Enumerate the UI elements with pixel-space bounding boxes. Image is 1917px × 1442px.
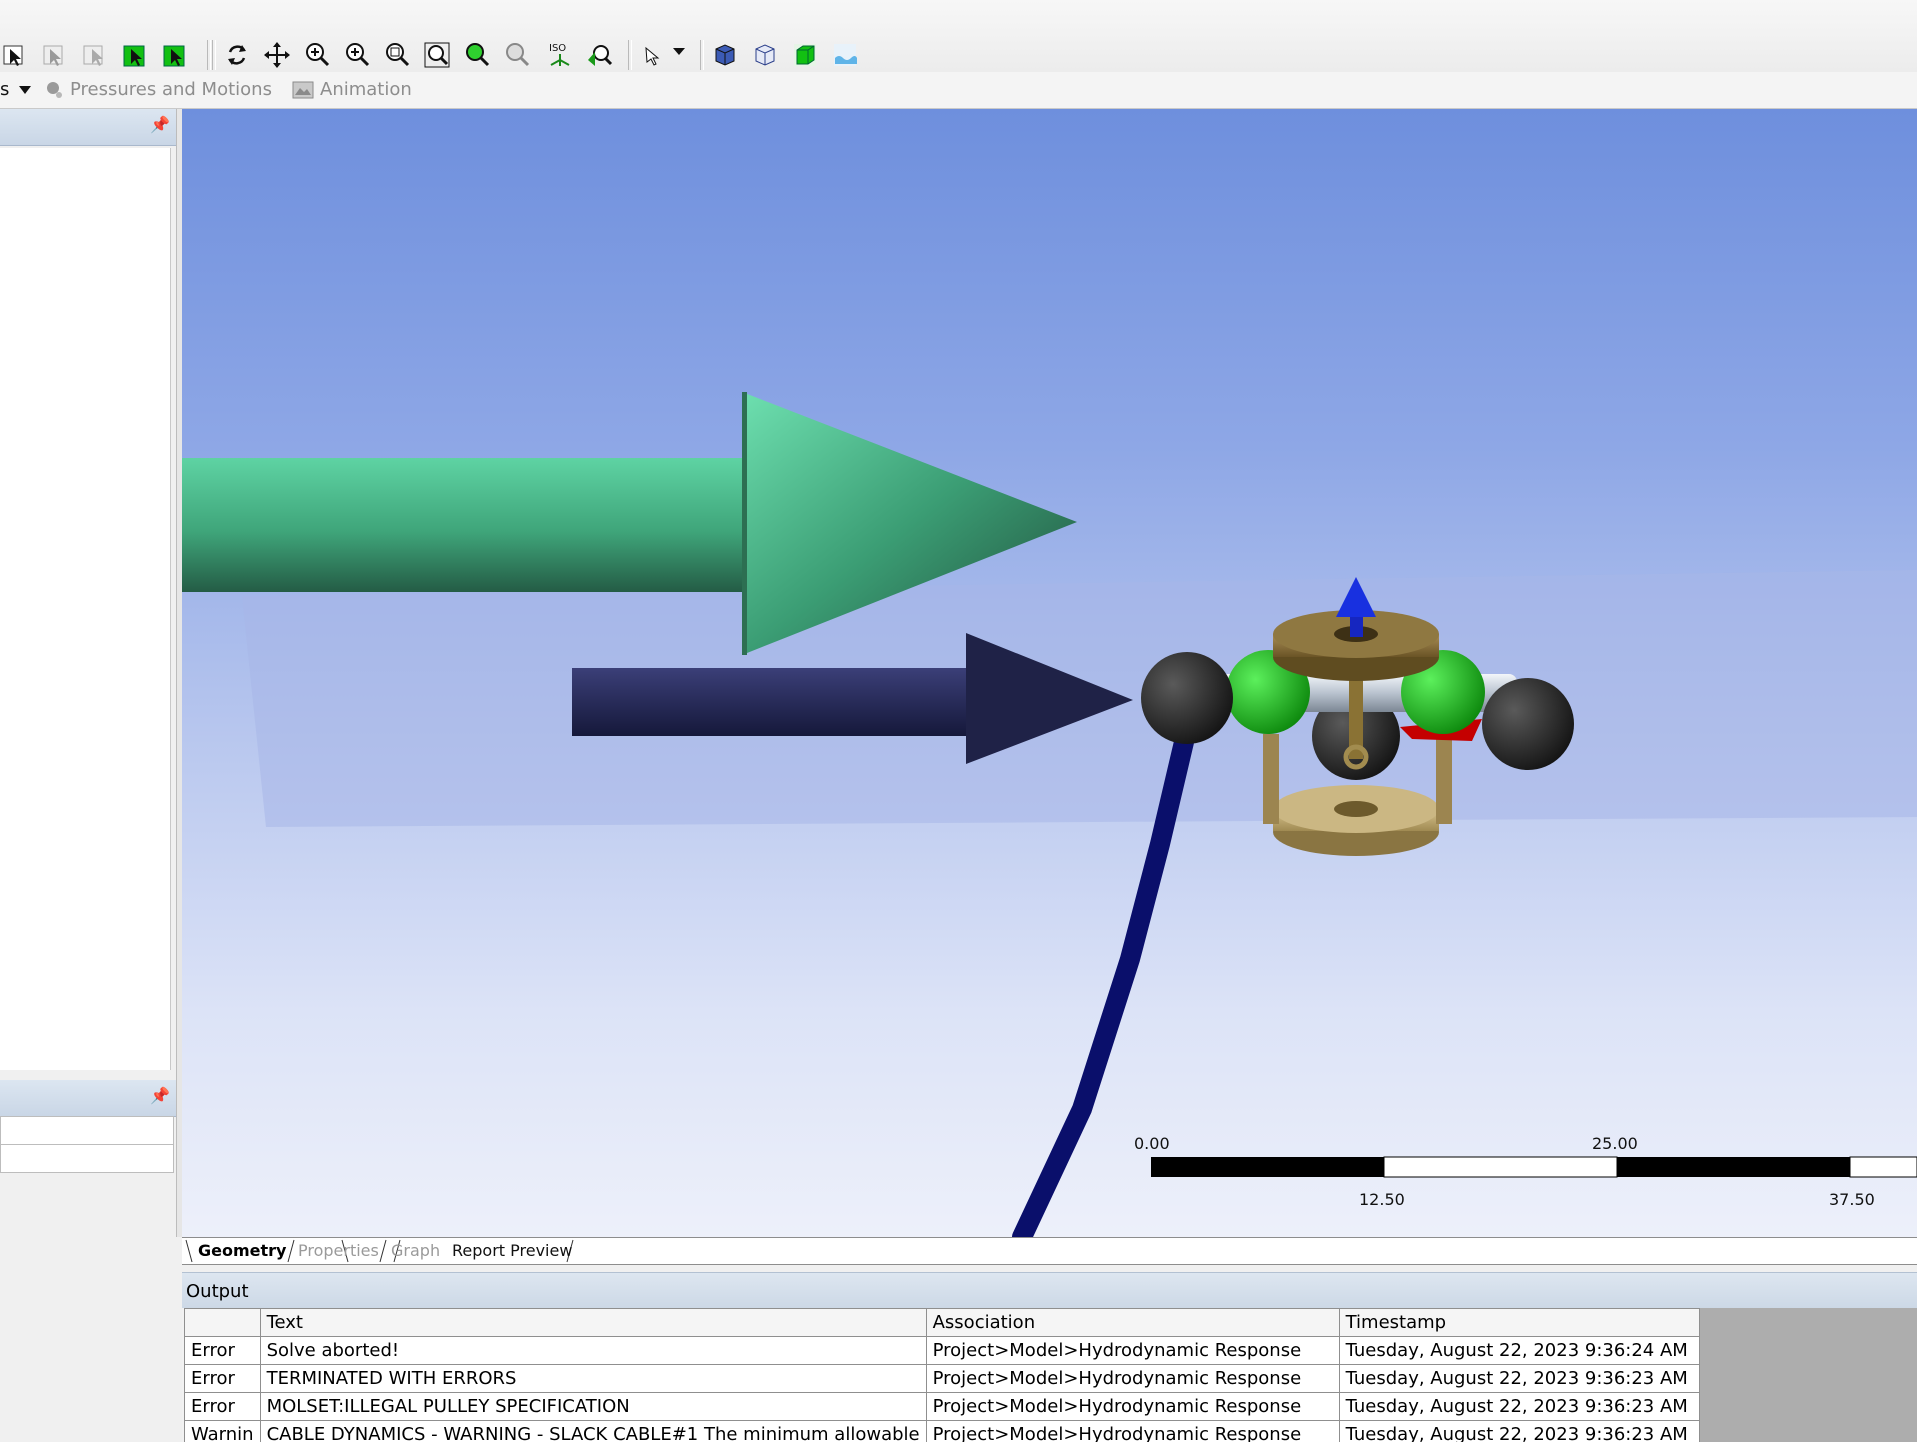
table-row[interactable]: Error Solve aborted! Project>Model>Hydro… bbox=[184, 1336, 1700, 1365]
wireframe-view-icon[interactable] bbox=[750, 40, 780, 70]
previous-view-icon[interactable] bbox=[585, 40, 615, 70]
select-vertex-icon[interactable] bbox=[80, 40, 110, 70]
details-row[interactable] bbox=[0, 1144, 174, 1173]
animation-icon bbox=[292, 81, 314, 99]
output-panel: Text Association Timestamp Error Solve a… bbox=[182, 1308, 1917, 1442]
pointer-mode-icon[interactable] bbox=[640, 40, 670, 70]
table-row[interactable]: Warnin CABLE DYNAMICS - WARNING - SLACK … bbox=[184, 1420, 1700, 1442]
chevron-down-icon bbox=[19, 86, 32, 94]
scale-label: 37.50 bbox=[1829, 1190, 1875, 1209]
outline-tree-panel bbox=[0, 148, 171, 1070]
zoom-in-icon[interactable] bbox=[302, 40, 332, 70]
text-cell: Solve aborted! bbox=[259, 1336, 927, 1365]
severity-cell: Error bbox=[184, 1336, 261, 1365]
svg-text:ISO: ISO bbox=[549, 43, 566, 54]
output-message-table: Text Association Timestamp Error Solve a… bbox=[184, 1308, 1700, 1442]
toolbar-separator bbox=[212, 40, 216, 70]
text-cell: CABLE DYNAMICS - WARNING - SLACK CABLE#1… bbox=[259, 1420, 927, 1442]
severity-cell: Error bbox=[184, 1364, 261, 1393]
context-dropdown-label: s bbox=[0, 79, 10, 100]
timestamp-cell: Tuesday, August 22, 2023 9:36:23 AM bbox=[1338, 1364, 1700, 1393]
association-cell: Project>Model>Hydrodynamic Response bbox=[925, 1364, 1340, 1393]
scene-3d bbox=[182, 392, 1917, 1237]
timestamp-cell: Tuesday, August 22, 2023 9:36:23 AM bbox=[1338, 1420, 1700, 1442]
zoom-fit-icon[interactable] bbox=[422, 40, 452, 70]
text-cell: MOLSET:ILLEGAL PULLEY SPECIFICATION bbox=[259, 1392, 927, 1421]
geometry-viewport[interactable]: 0.00 25.00 12.50 37.50 bbox=[182, 109, 1917, 1237]
zoom-plus-icon[interactable] bbox=[342, 40, 372, 70]
column-header-severity[interactable] bbox=[184, 1308, 261, 1337]
timestamp-cell: Tuesday, August 22, 2023 9:36:24 AM bbox=[1338, 1336, 1700, 1365]
tab-properties[interactable]: Properties bbox=[298, 1241, 379, 1260]
details-row[interactable] bbox=[0, 1116, 174, 1145]
animation-button[interactable]: Animation bbox=[292, 77, 412, 103]
rotate-icon[interactable] bbox=[222, 40, 252, 70]
details-panel-header: 📌 bbox=[0, 1080, 176, 1117]
toolbar-separator bbox=[628, 40, 632, 70]
viewport-tab-strip: Geometry Properties Graph Report Preview bbox=[182, 1237, 1917, 1265]
column-header-timestamp[interactable]: Timestamp bbox=[1338, 1308, 1700, 1337]
timestamp-cell: Tuesday, August 22, 2023 9:36:23 AM bbox=[1338, 1392, 1700, 1421]
iso-view-icon[interactable]: ISO bbox=[545, 40, 575, 70]
table-row[interactable]: Error TERMINATED WITH ERRORS Project>Mod… bbox=[184, 1364, 1700, 1393]
output-title: Output bbox=[186, 1281, 249, 1302]
pin-icon[interactable]: 📌 bbox=[150, 1086, 170, 1105]
zoom-box-icon[interactable] bbox=[382, 40, 412, 70]
toolbar-separator bbox=[207, 40, 211, 70]
zoom-out-icon[interactable] bbox=[502, 40, 532, 70]
zoom-green-icon[interactable] bbox=[462, 40, 492, 70]
select-green-edge-icon[interactable] bbox=[120, 40, 150, 70]
pressures-motions-label: Pressures and Motions bbox=[70, 79, 272, 100]
context-dropdown[interactable]: s bbox=[0, 77, 32, 103]
green-cube-icon[interactable] bbox=[790, 40, 820, 70]
severity-cell: Warnin bbox=[184, 1420, 261, 1442]
tab-graph[interactable]: Graph bbox=[391, 1241, 440, 1260]
tab-report-preview[interactable]: Report Preview bbox=[452, 1241, 572, 1260]
output-empty-area bbox=[1684, 1308, 1917, 1442]
scale-label: 12.50 bbox=[1359, 1190, 1405, 1209]
toolbar-separator bbox=[700, 40, 704, 70]
select-green-face-icon[interactable] bbox=[160, 40, 190, 70]
select-cursor-icon[interactable] bbox=[0, 40, 30, 70]
scale-label: 0.00 bbox=[1134, 1134, 1170, 1153]
severity-cell: Error bbox=[184, 1392, 261, 1421]
outline-panel-header: 📌 bbox=[0, 109, 176, 146]
column-header-association[interactable]: Association bbox=[925, 1308, 1340, 1337]
main-toolbar: ISO bbox=[0, 0, 1917, 73]
pressures-motions-button[interactable]: Pressures and Motions bbox=[44, 77, 272, 103]
scale-label: 25.00 bbox=[1592, 1134, 1638, 1153]
pan-icon[interactable] bbox=[262, 40, 292, 70]
scale-bar bbox=[1151, 1156, 1917, 1178]
pin-icon[interactable]: 📌 bbox=[150, 115, 170, 134]
shaded-view-icon[interactable] bbox=[710, 40, 740, 70]
water-surface-icon[interactable] bbox=[830, 40, 860, 70]
animation-label: Animation bbox=[320, 79, 412, 100]
tab-geometry[interactable]: Geometry bbox=[198, 1241, 286, 1260]
chevron-down-icon[interactable] bbox=[673, 48, 685, 55]
table-header-row: Text Association Timestamp bbox=[184, 1308, 1700, 1337]
association-cell: Project>Model>Hydrodynamic Response bbox=[925, 1336, 1340, 1365]
text-cell: TERMINATED WITH ERRORS bbox=[259, 1364, 927, 1393]
context-toolbar: s Pressures and Motions Animation bbox=[0, 72, 1917, 109]
association-cell: Project>Model>Hydrodynamic Response bbox=[925, 1420, 1340, 1442]
pressures-icon bbox=[47, 82, 62, 98]
output-panel-header: Output bbox=[182, 1272, 1917, 1309]
select-body-icon[interactable] bbox=[40, 40, 70, 70]
association-cell: Project>Model>Hydrodynamic Response bbox=[925, 1392, 1340, 1421]
column-header-text[interactable]: Text bbox=[259, 1308, 927, 1337]
table-row[interactable]: Error MOLSET:ILLEGAL PULLEY SPECIFICATIO… bbox=[184, 1392, 1700, 1421]
